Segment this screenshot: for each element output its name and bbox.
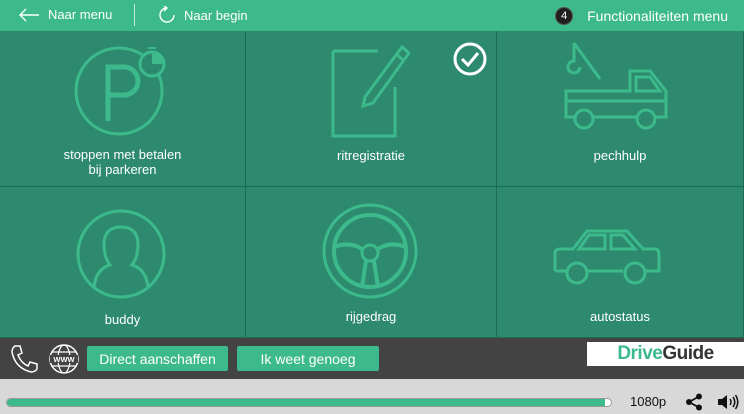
logo-drive: Drive — [617, 343, 663, 364]
tile-breakdown-help[interactable]: pechhulp — [497, 31, 744, 187]
tile-driving-behaviour-label: rijgedrag — [345, 309, 397, 324]
tile-breakdown-help-label: pechhulp — [593, 148, 647, 163]
svg-text:WWW: WWW — [53, 355, 75, 364]
driveguide-logo: Drive Guide — [587, 342, 744, 366]
tile-driving-behaviour[interactable]: rijgedrag — [246, 187, 497, 338]
know-enough-button[interactable]: Ik weet genoeg — [237, 346, 379, 371]
phone-icon[interactable] — [9, 344, 41, 374]
video-progress-fill — [7, 399, 605, 406]
menu-count-badge: 4 — [555, 7, 574, 25]
topbar-divider — [134, 4, 135, 26]
tile-trip-registration[interactable]: ritregistratie — [246, 31, 497, 187]
top-bar: Naar menu Naar begin 4 Functionaliteiten… — [0, 0, 744, 31]
logo-guide: Guide — [662, 343, 714, 364]
www-globe-icon[interactable]: WWW — [48, 343, 80, 375]
buy-now-button[interactable]: Direct aanschaffen — [87, 346, 228, 371]
action-bar: WWW Direct aanschaffen Ik weet genoeg Dr… — [0, 338, 744, 379]
notepad-pencil-icon — [331, 44, 410, 138]
functionality-menu-label: Functionaliteiten menu — [587, 8, 728, 24]
tile-trip-registration-label: ritregistratie — [337, 148, 405, 163]
tile-buddy[interactable]: buddy — [0, 187, 246, 338]
tile-buddy-label: buddy — [104, 312, 141, 327]
parking-timer-icon — [74, 46, 166, 136]
video-controls: 1080p — [0, 379, 744, 414]
feature-grid: stoppen met betalen bij parkeren ritregi… — [0, 31, 744, 338]
person-avatar-icon — [76, 209, 166, 299]
tile-parking-label-2: bij parkeren — [88, 162, 157, 177]
share-icon[interactable] — [685, 393, 703, 411]
app-window: Naar menu Naar begin 4 Functionaliteiten… — [0, 0, 744, 414]
restart-label: Naar begin — [184, 7, 248, 23]
volume-icon[interactable] — [717, 393, 739, 411]
video-progress-bar[interactable] — [6, 398, 612, 407]
back-to-menu-button[interactable]: Naar menu — [18, 7, 112, 22]
quality-selector[interactable]: 1080p — [630, 394, 666, 409]
steering-wheel-icon — [322, 203, 418, 299]
tile-car-status-label: autostatus — [590, 309, 650, 324]
checkmark-circle-icon — [453, 42, 487, 76]
car-icon — [553, 229, 661, 285]
tile-car-status[interactable]: autostatus — [497, 187, 744, 338]
arrow-left-icon — [19, 8, 39, 21]
back-to-menu-label: Naar menu — [48, 7, 113, 22]
restart-icon — [159, 6, 175, 23]
tile-parking-label-1: stoppen met betalen — [63, 147, 182, 162]
functionality-menu-button[interactable]: 4 Functionaliteiten menu — [555, 7, 728, 25]
tow-truck-icon — [564, 42, 668, 130]
tile-parking[interactable]: stoppen met betalen bij parkeren — [0, 31, 246, 187]
restart-button[interactable]: Naar begin — [158, 6, 248, 24]
